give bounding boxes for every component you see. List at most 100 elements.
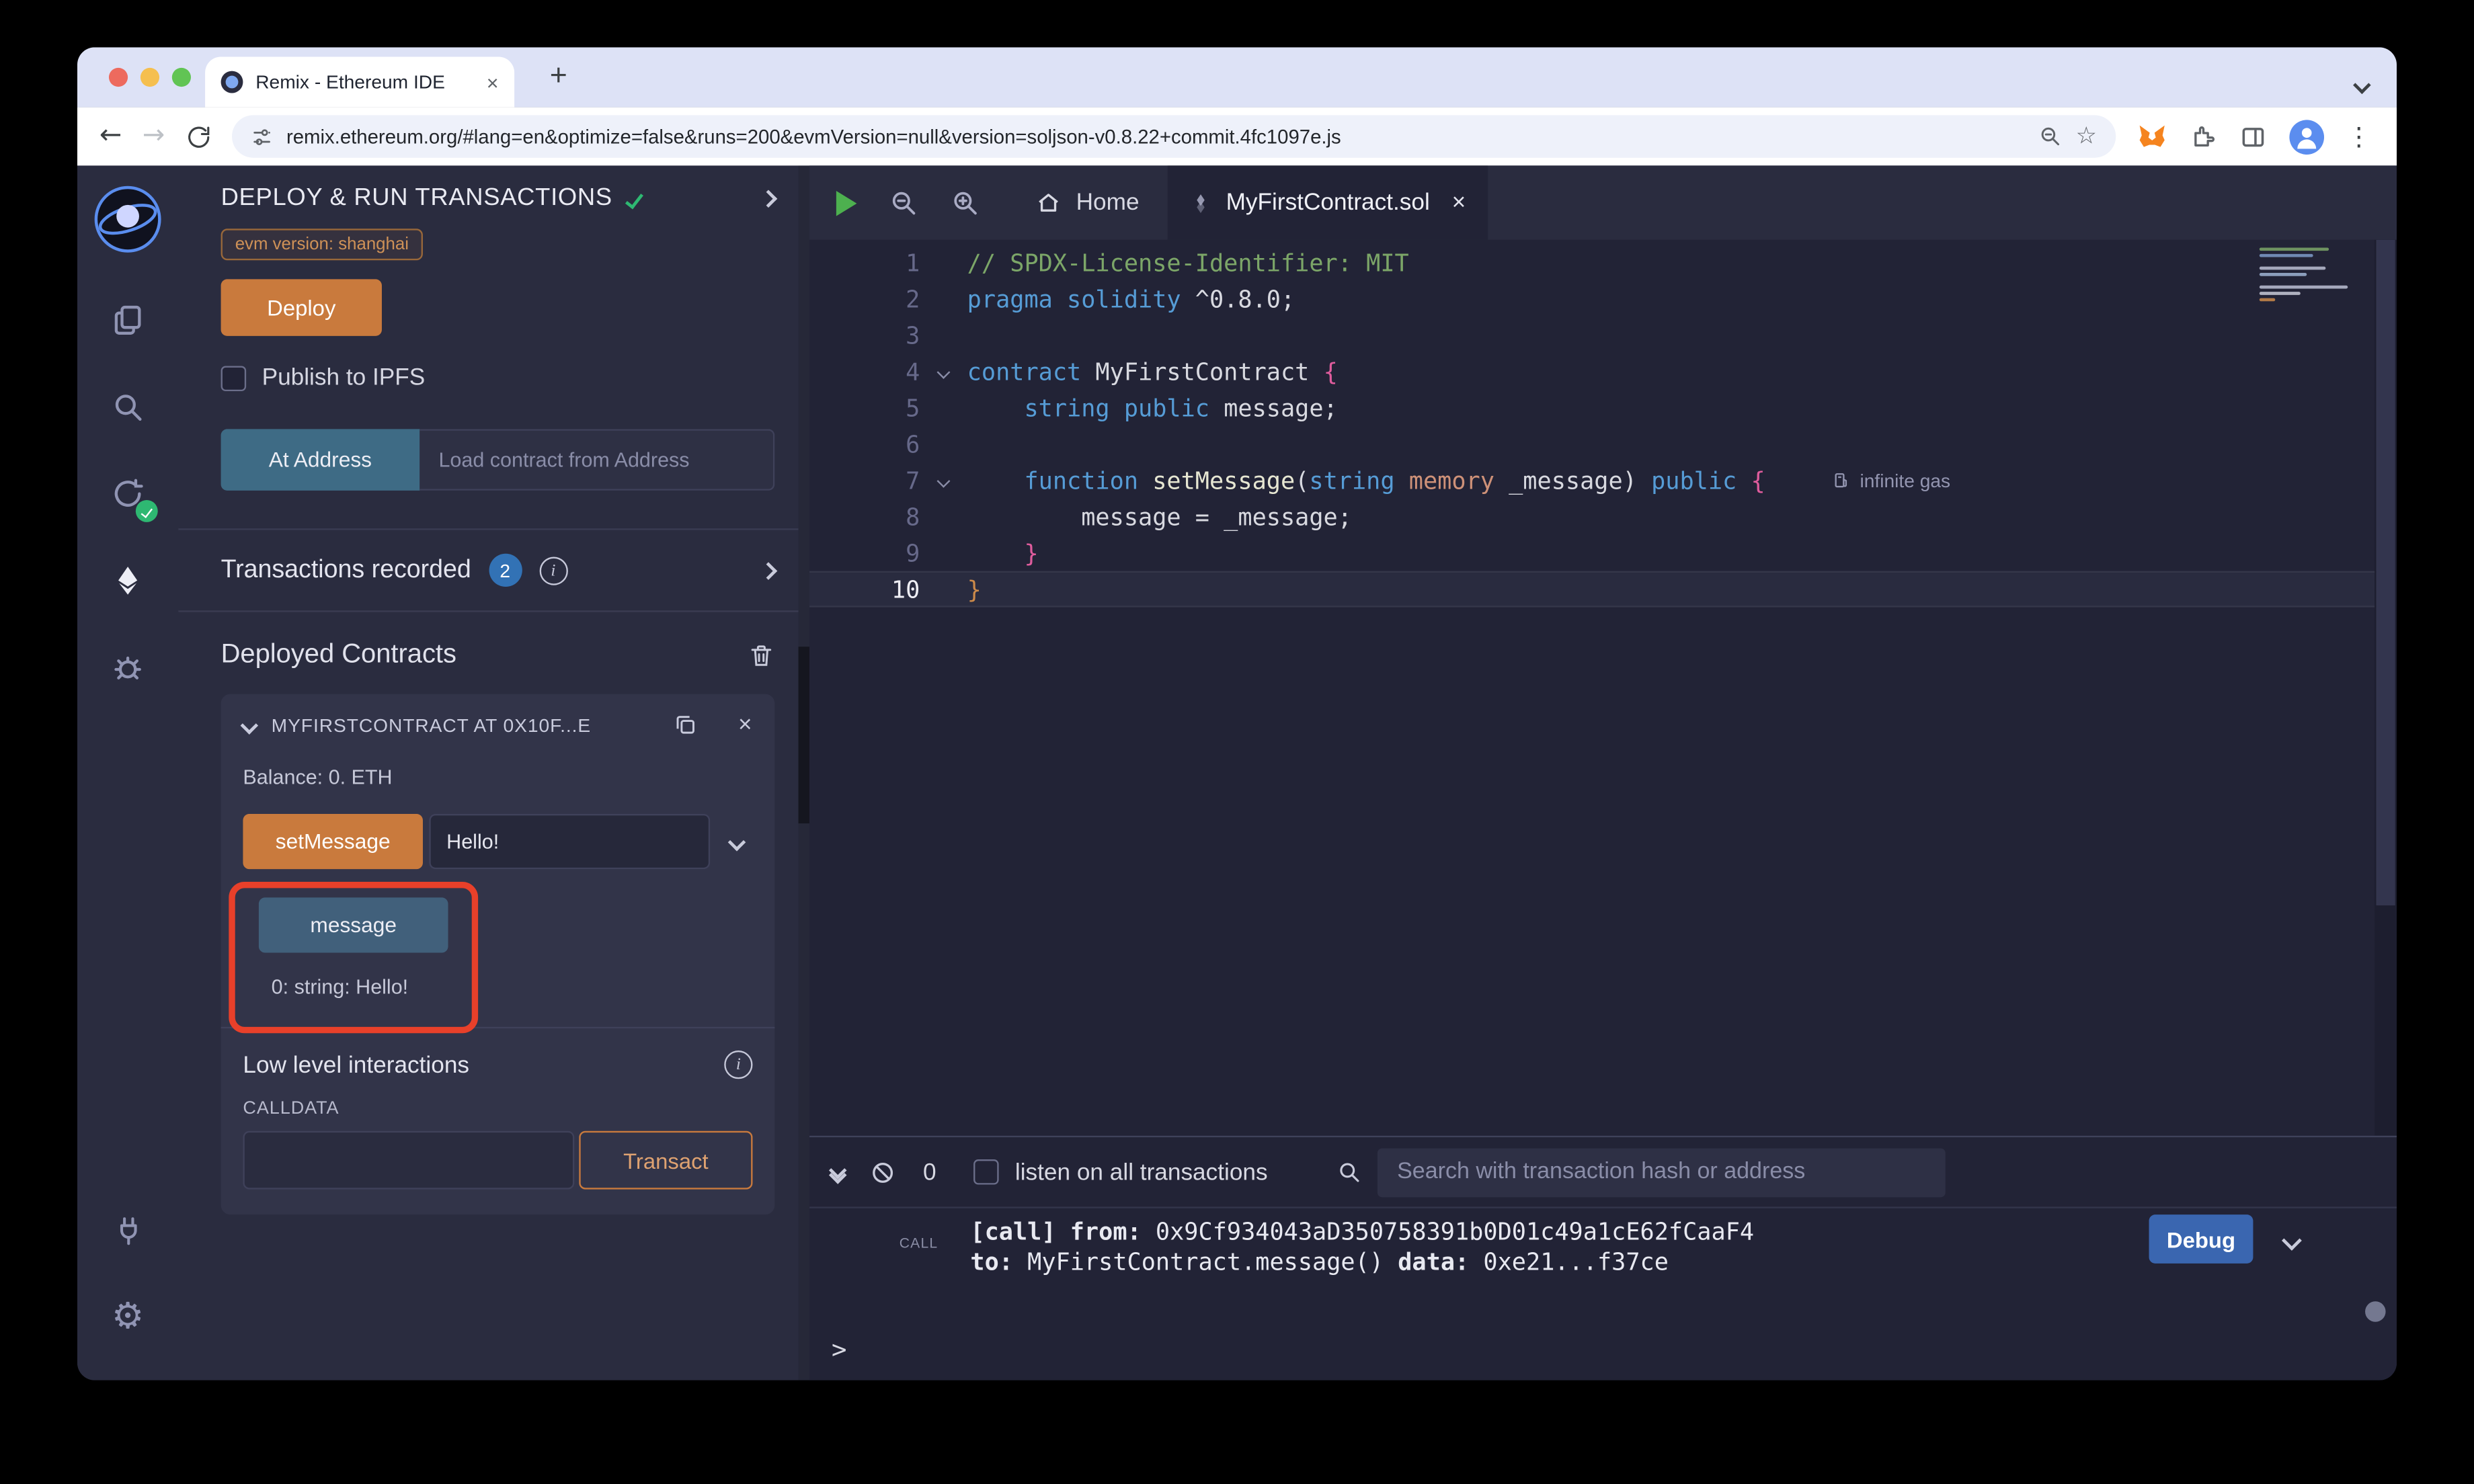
- gas-icon: [1831, 470, 1850, 491]
- code-text: pragma solidity ^0.8.0;: [967, 285, 1295, 313]
- contract-close-icon[interactable]: ×: [738, 713, 753, 737]
- reload-button[interactable]: [186, 124, 211, 149]
- desktop: Remix - Ethereum IDE × + ← → remix.ether…: [0, 0, 2474, 1484]
- line-number: 3: [809, 321, 920, 349]
- gear-icon: ⚙: [112, 1300, 144, 1336]
- code-line[interactable]: 7 function setMessage(string memory _mes…: [809, 462, 2397, 499]
- at-address-button[interactable]: At Address: [221, 429, 420, 491]
- transactions-info-icon[interactable]: i: [539, 556, 567, 584]
- solidity-file-icon: [1190, 190, 1212, 216]
- code-text: string public message;: [967, 394, 1338, 422]
- low-level-info-icon[interactable]: i: [724, 1050, 752, 1079]
- publish-row: Publish to IPFS: [221, 364, 775, 391]
- site-settings-icon[interactable]: [250, 126, 272, 148]
- tab-home-label: Home: [1076, 190, 1140, 216]
- address-bar[interactable]: remix.ethereum.org/#lang=en&optimize=fal…: [231, 115, 2116, 157]
- set-message-input[interactable]: [429, 814, 710, 869]
- sidebar-item-debugger[interactable]: [77, 623, 178, 710]
- terminal-scroll-dot[interactable]: [2365, 1301, 2386, 1322]
- panel-title: DEPLOY & RUN TRANSACTIONS: [221, 185, 612, 213]
- tab-close-icon[interactable]: ×: [487, 70, 499, 93]
- tab-close-icon[interactable]: ×: [1452, 190, 1466, 216]
- fold-chevron-icon[interactable]: [920, 367, 967, 376]
- log-expand-chevron-icon[interactable]: [2284, 1227, 2299, 1255]
- metamask-icon[interactable]: [2137, 121, 2168, 153]
- terminal-prompt[interactable]: >: [832, 1335, 847, 1365]
- profile-avatar[interactable]: [2289, 119, 2324, 154]
- code-line[interactable]: 1// SPDX-License-Identifier: MIT: [809, 245, 2397, 281]
- url-text[interactable]: remix.ethereum.org/#lang=en&optimize=fal…: [286, 126, 2024, 148]
- trash-icon[interactable]: [748, 641, 774, 668]
- copy-address-icon[interactable]: [674, 713, 697, 737]
- tab-search-chevron-icon[interactable]: [2356, 71, 2368, 99]
- message-button[interactable]: message: [259, 897, 448, 952]
- deployed-contract-card: MYFIRSTCONTRACT AT 0X10F...E × Balance: …: [221, 694, 775, 1214]
- code-editor[interactable]: 1// SPDX-License-Identifier: MIT2pragma …: [809, 240, 2397, 1136]
- code-line[interactable]: 10}: [809, 571, 2397, 608]
- new-tab-button[interactable]: +: [540, 58, 577, 96]
- sidebar-item-solidity-compiler[interactable]: [77, 450, 178, 536]
- contract-collapse-chevron-icon[interactable]: [241, 716, 259, 734]
- browser-tab[interactable]: Remix - Ethereum IDE ×: [205, 56, 514, 107]
- side-panel-icon[interactable]: [2239, 122, 2267, 151]
- editor-scrollbar-thumb[interactable]: [2376, 240, 2395, 905]
- sidebar-item-settings[interactable]: ⚙: [77, 1274, 178, 1361]
- extensions-puzzle-icon[interactable]: [2190, 123, 2217, 150]
- zoom-out-icon[interactable]: [888, 188, 918, 218]
- panel-check-icon: [625, 189, 643, 208]
- zoom-icon[interactable]: [2038, 124, 2061, 148]
- browser-menu-icon[interactable]: ⋮: [2346, 122, 2372, 152]
- sidebar-item-plugin-manager[interactable]: [77, 1188, 178, 1274]
- transactions-recorded-label: Transactions recorded: [221, 556, 471, 584]
- bookmark-star-icon[interactable]: ☆: [2076, 124, 2098, 148]
- listen-label: listen on all transactions: [1015, 1159, 1268, 1186]
- line-number: 1: [809, 249, 920, 277]
- at-address-input[interactable]: [420, 429, 774, 491]
- transactions-expand-chevron-icon[interactable]: [762, 556, 775, 584]
- contract-card-header[interactable]: MYFIRSTCONTRACT AT 0X10F...E ×: [243, 713, 752, 737]
- code-line[interactable]: 2pragma solidity ^0.8.0;: [809, 281, 2397, 317]
- code-text: }: [967, 538, 1039, 567]
- tab-home[interactable]: Home: [1006, 165, 1167, 239]
- code-line[interactable]: 9 }: [809, 535, 2397, 571]
- forward-button[interactable]: →: [143, 123, 165, 150]
- debug-button[interactable]: Debug: [2149, 1214, 2253, 1264]
- sidebar-item-deploy-run[interactable]: [77, 536, 178, 623]
- close-window-button[interactable]: [109, 68, 128, 87]
- run-script-icon[interactable]: [836, 190, 857, 216]
- panel-scrollbar-thumb[interactable]: [799, 647, 809, 823]
- minimize-window-button[interactable]: [141, 68, 159, 87]
- back-button[interactable]: ←: [99, 123, 122, 150]
- terminal-search-input[interactable]: [1378, 1147, 1946, 1196]
- remix-logo[interactable]: [91, 183, 164, 255]
- code-line[interactable]: 4contract MyFirstContract {: [809, 354, 2397, 390]
- editor-scrollbar[interactable]: [2375, 240, 2397, 1136]
- panel-expand-chevron-icon[interactable]: [762, 185, 775, 213]
- fold-chevron-icon[interactable]: [920, 476, 967, 485]
- set-message-expand-chevron-icon[interactable]: [731, 827, 744, 856]
- calldata-input[interactable]: [243, 1131, 574, 1190]
- divider: [221, 1027, 775, 1028]
- deploy-button[interactable]: Deploy: [221, 279, 382, 335]
- code-line[interactable]: 8 message = _message;: [809, 499, 2397, 535]
- code-line[interactable]: 5 string public message;: [809, 390, 2397, 426]
- browser-toolbar: ← → remix.ethereum.org/#lang=en&optimize…: [77, 108, 2397, 166]
- maximize-window-button[interactable]: [172, 68, 191, 87]
- code-line[interactable]: 6: [809, 426, 2397, 462]
- listen-checkbox[interactable]: [974, 1159, 1000, 1185]
- calldata-label: CALLDATA: [243, 1100, 752, 1118]
- panel-scrollbar[interactable]: [799, 165, 809, 1380]
- tab-myfirstcontract[interactable]: MyFirstContract.sol ×: [1168, 165, 1488, 239]
- line-number: 4: [809, 358, 920, 386]
- code-line[interactable]: 3: [809, 317, 2397, 354]
- clear-console-icon[interactable]: [869, 1159, 896, 1186]
- sidebar-item-search[interactable]: [77, 363, 178, 450]
- collapse-terminal-icon[interactable]: [832, 1167, 844, 1177]
- sidebar-item-file-explorer[interactable]: [77, 276, 178, 363]
- transact-button[interactable]: Transact: [579, 1131, 752, 1190]
- set-message-button[interactable]: setMessage: [243, 814, 423, 869]
- zoom-in-icon[interactable]: [950, 188, 980, 218]
- publish-checkbox[interactable]: [221, 365, 247, 390]
- minimap[interactable]: [2260, 247, 2370, 304]
- remix-app: ⚙ DEPLOY & RUN TRANSACTIONS evm version:…: [77, 165, 2397, 1380]
